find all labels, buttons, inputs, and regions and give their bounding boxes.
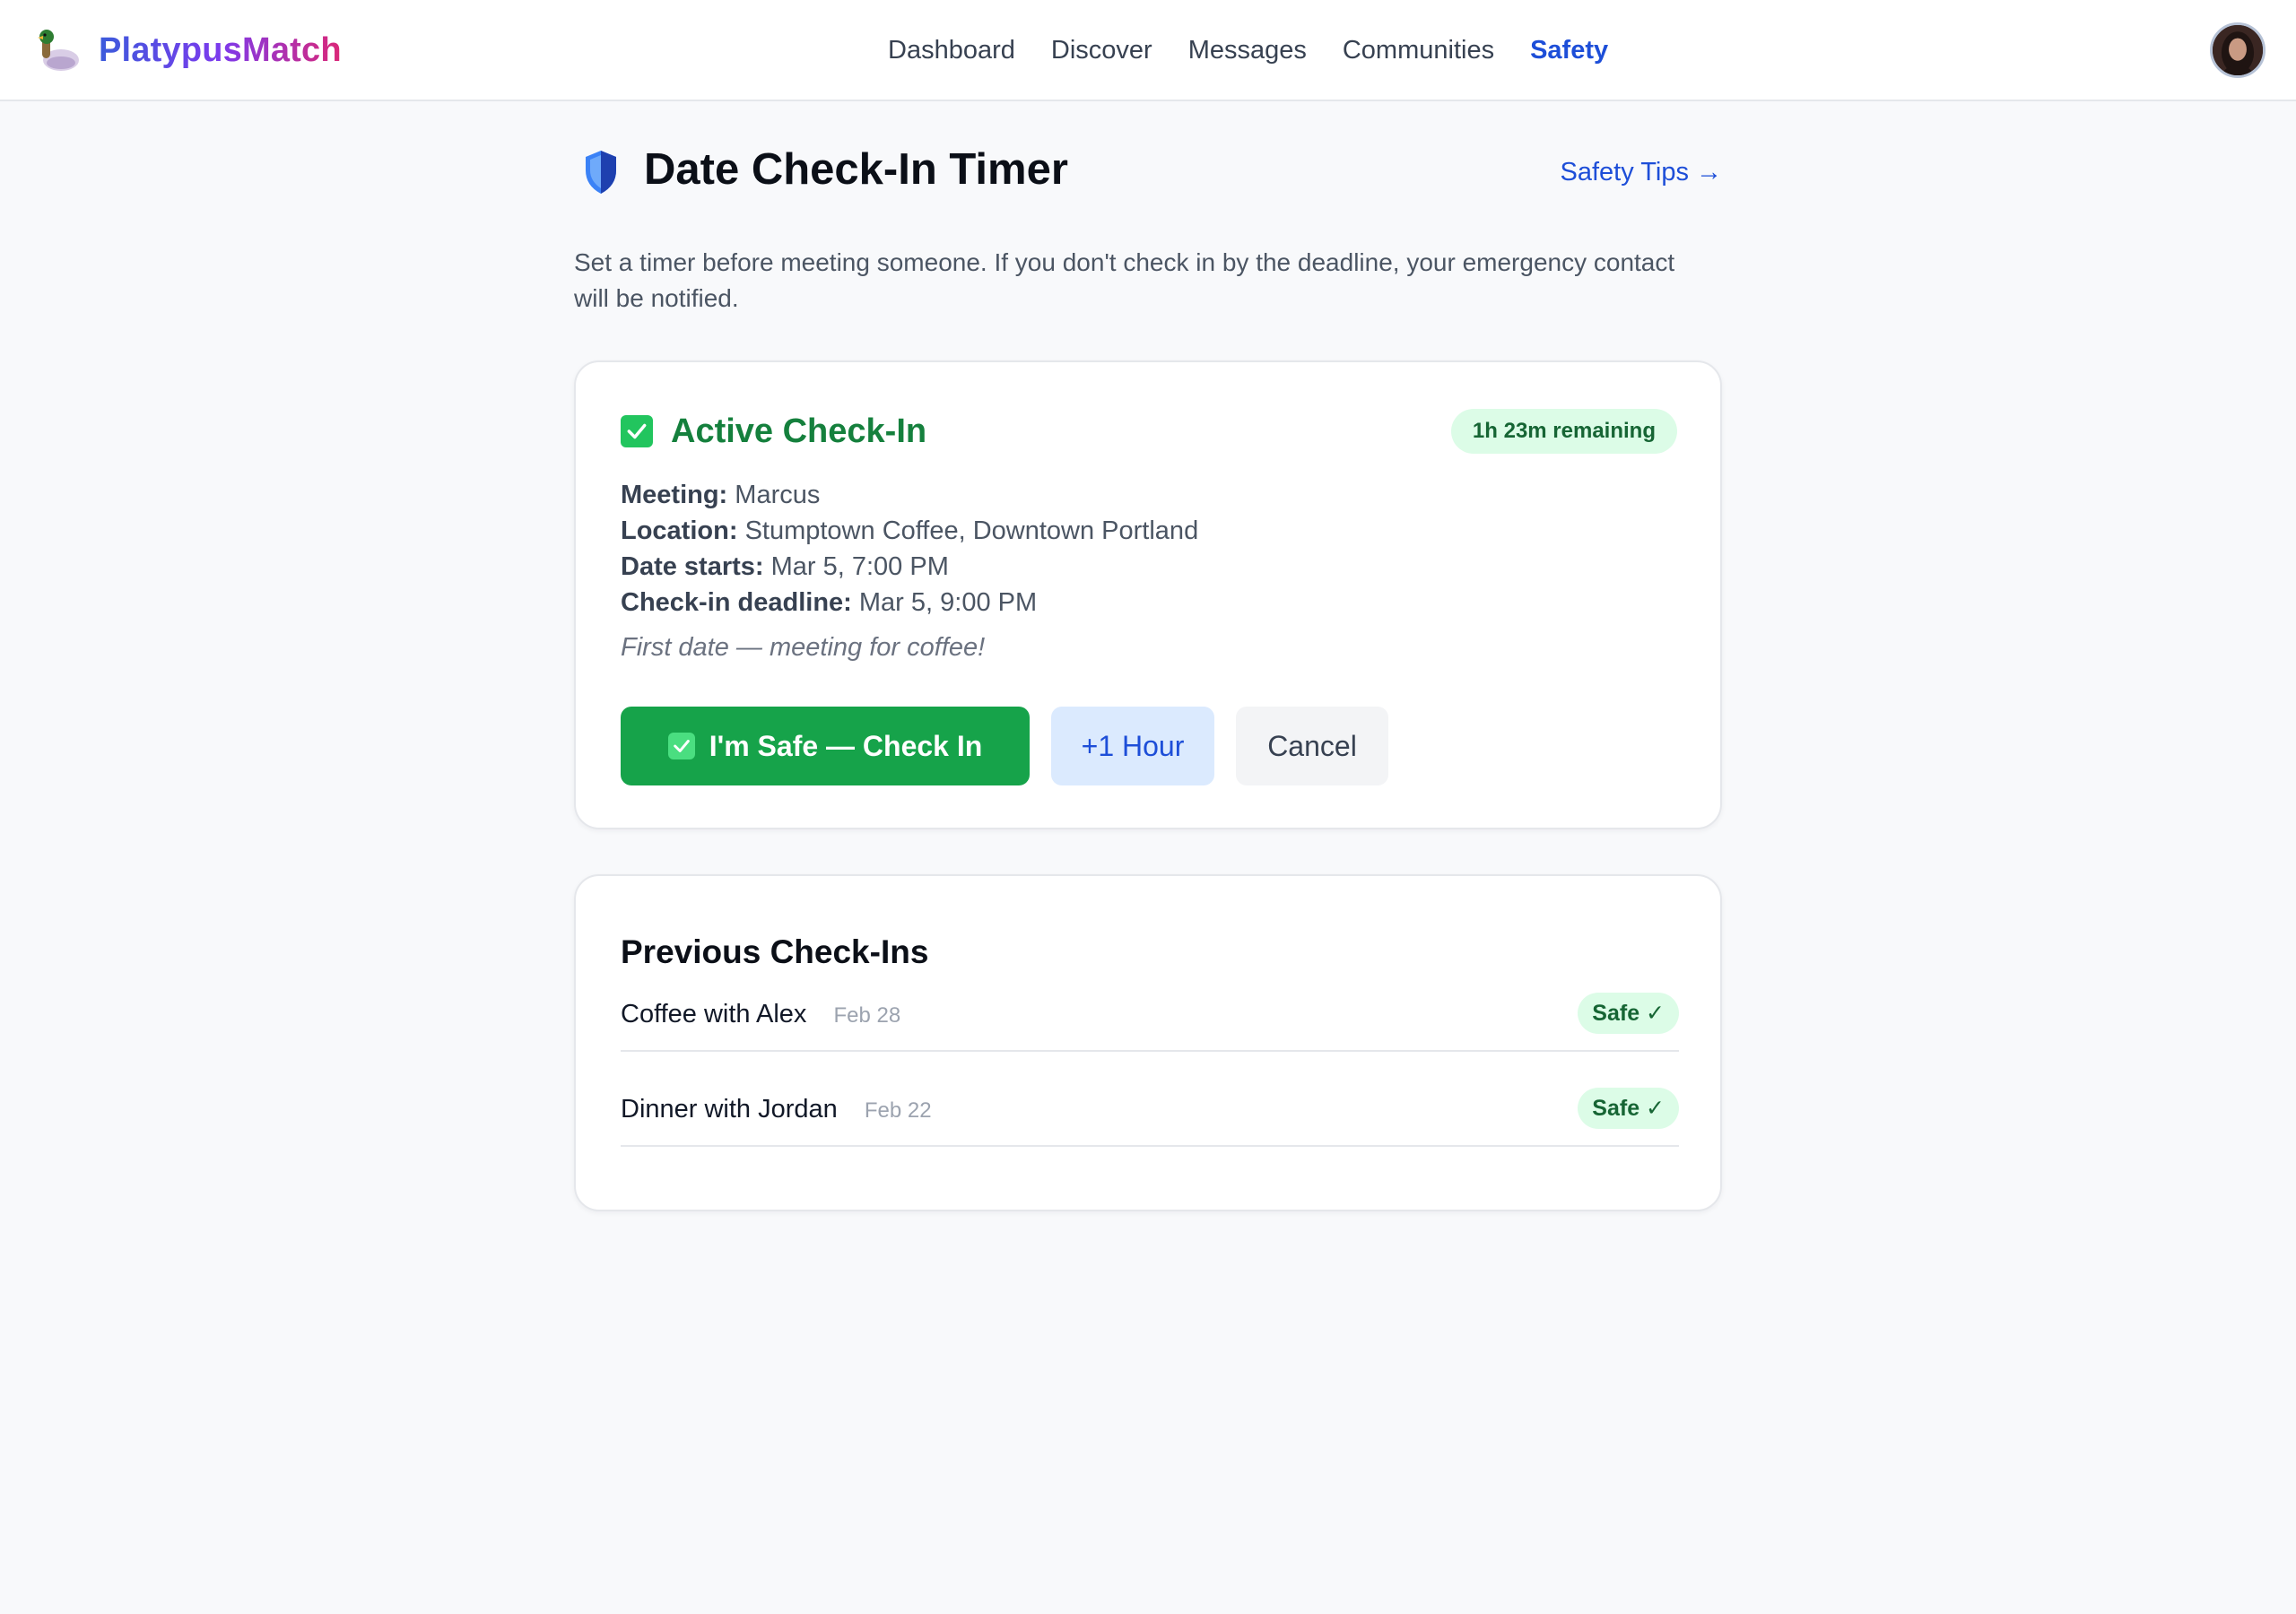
page-description: Set a timer before meeting someone. If y… xyxy=(574,248,1675,312)
detail-deadline: Check-in deadline: Mar 5, 9:00 PM xyxy=(621,585,1198,620)
detail-label: Date starts: xyxy=(621,552,764,581)
status-badge: Safe ✓ xyxy=(1578,993,1679,1034)
time-remaining-badge: 1h 23m remaining xyxy=(1450,409,1677,454)
nav-discover[interactable]: Discover xyxy=(1051,36,1152,65)
detail-value: Marcus xyxy=(735,481,821,509)
history-item: Dinner with Jordan Feb 22 xyxy=(621,1095,932,1124)
checkin-note: First date — meeting for coffee! xyxy=(621,633,986,662)
checkin-actions: I'm Safe — Check In +1 Hour Cancel xyxy=(621,707,1410,785)
top-navbar: PlatypusMatch Dashboard Discover Message… xyxy=(0,0,2296,101)
active-checkin-header: Active Check-In xyxy=(621,409,926,454)
page-title: Date Check-In Timer xyxy=(644,145,1068,194)
detail-location: Location: Stumptown Coffee, Downtown Por… xyxy=(621,513,1198,549)
detail-label: Location: xyxy=(621,516,738,545)
brand[interactable]: PlatypusMatch xyxy=(34,23,342,77)
detail-label: Check-in deadline: xyxy=(621,588,852,617)
nav-dashboard[interactable]: Dashboard xyxy=(888,36,1015,65)
detail-value: Mar 5, 9:00 PM xyxy=(858,588,1038,617)
page-header: Date Check-In Timer Safety Tips → xyxy=(574,101,1722,245)
previous-checkins-title: Previous Check-Ins xyxy=(621,933,929,970)
checkin-details: Meeting: Marcus Location: Stumptown Coff… xyxy=(621,477,1198,620)
history-item-date: Feb 22 xyxy=(864,1098,932,1123)
history-row[interactable]: Coffee with Alex Feb 28 Safe ✓ xyxy=(621,989,1679,1052)
history-item-date: Feb 28 xyxy=(833,1003,901,1028)
previous-checkins-card: Previous Check-Ins Coffee with Alex Feb … xyxy=(574,874,1722,1211)
safety-tips-link[interactable]: Safety Tips → xyxy=(1560,158,1722,187)
detail-date-start: Date starts: Mar 5, 7:00 PM xyxy=(621,549,1198,585)
cancel-checkin-button[interactable]: Cancel xyxy=(1236,707,1388,785)
main-content: Date Check-In Timer Safety Tips → Set a … xyxy=(574,101,1722,1211)
nav-communities[interactable]: Communities xyxy=(1343,36,1494,65)
detail-label: Meeting: xyxy=(621,481,728,509)
nav-messages[interactable]: Messages xyxy=(1188,36,1307,65)
history-row[interactable]: Dinner with Jordan Feb 22 Safe ✓ xyxy=(621,1084,1679,1147)
user-avatar-image xyxy=(2213,25,2263,75)
brand-name: PlatypusMatch xyxy=(99,30,342,69)
platypus-logo-icon xyxy=(38,30,79,71)
detail-value: Mar 5, 7:00 PM xyxy=(770,552,949,581)
nav-safety[interactable]: Safety xyxy=(1530,36,1608,65)
checkmark-icon xyxy=(667,733,695,759)
checkmark-icon xyxy=(621,415,653,447)
extend-hour-button[interactable]: +1 Hour xyxy=(1051,707,1214,785)
detail-value: Stumptown Coffee, Downtown Portland xyxy=(744,516,1199,545)
active-checkin-card: Active Check-In 1h 23m remaining Meeting… xyxy=(574,360,1722,829)
check-in-safe-button[interactable]: I'm Safe — Check In xyxy=(621,707,1030,785)
user-avatar[interactable] xyxy=(2210,22,2266,78)
check-in-safe-label: I'm Safe — Check In xyxy=(709,729,983,762)
detail-meeting: Meeting: Marcus xyxy=(621,477,1198,513)
history-item-name: Coffee with Alex xyxy=(621,1000,807,1028)
main-nav: Dashboard Discover Messages Communities … xyxy=(888,0,1644,101)
status-badge: Safe ✓ xyxy=(1578,1088,1679,1129)
active-checkin-title: Active Check-In xyxy=(671,412,927,450)
history-item: Coffee with Alex Feb 28 xyxy=(621,1000,900,1029)
shield-icon xyxy=(586,151,616,194)
history-item-name: Dinner with Jordan xyxy=(621,1095,838,1124)
